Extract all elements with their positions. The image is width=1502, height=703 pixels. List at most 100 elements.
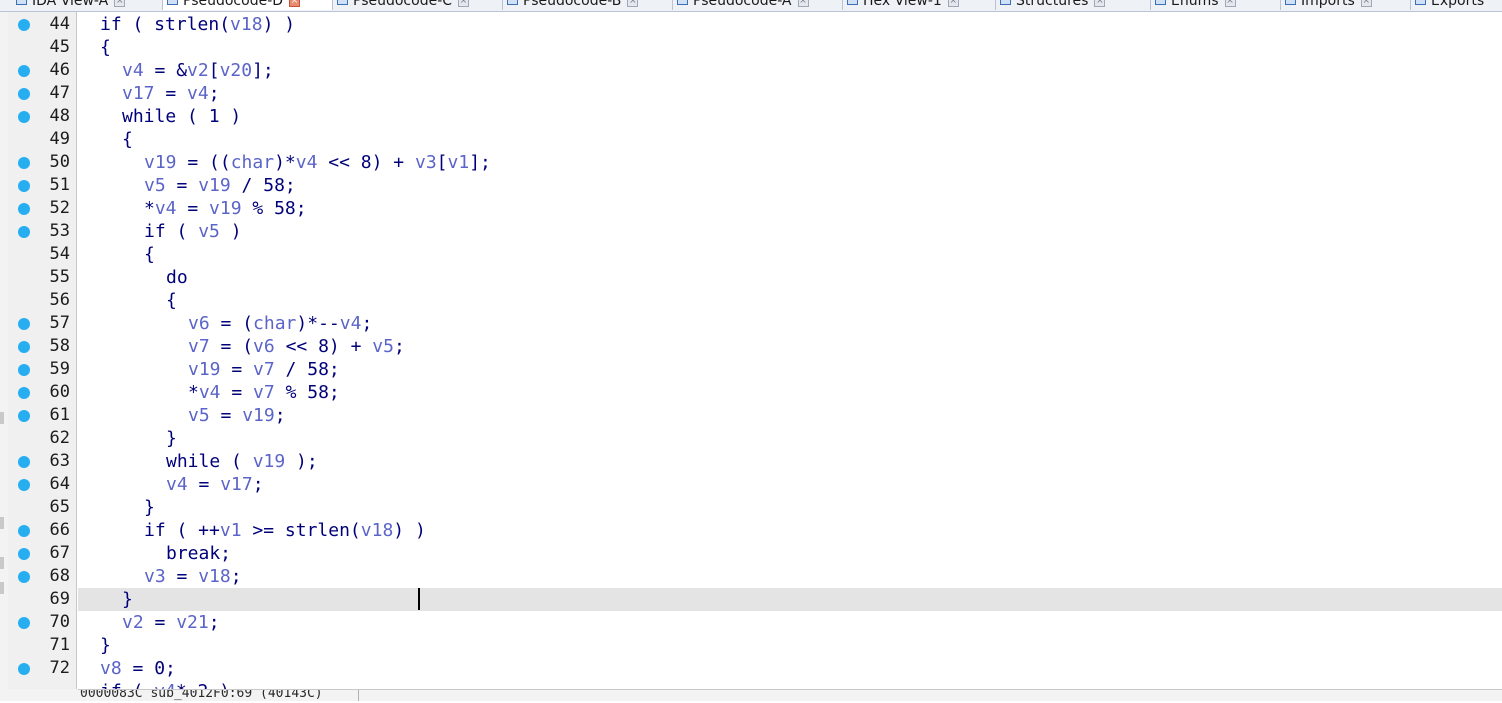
code-line[interactable]: } [78, 496, 1502, 519]
tab-pseudocode-a[interactable]: Pseudocode-A × [673, 0, 843, 10]
tab-hex-view-1[interactable]: Hex View-1 × [843, 0, 996, 10]
code-variable: v4 [198, 382, 221, 403]
tab-enums[interactable]: Enums × [1151, 0, 1281, 10]
gutter-row: 45 [8, 36, 76, 59]
tab-ida-view-a[interactable]: IDA View-A × [12, 0, 163, 10]
code-token: * [144, 198, 155, 219]
gutter-row: 68 [8, 565, 76, 588]
code-token: if ( [144, 221, 199, 242]
close-icon[interactable]: × [797, 0, 809, 7]
tab-label: Pseudocode-A [693, 0, 792, 9]
code-token: do [166, 267, 188, 288]
close-icon[interactable]: × [289, 0, 301, 7]
code-token: = [143, 612, 177, 633]
tab-imports[interactable]: Imports × [1281, 0, 1411, 10]
code-line[interactable]: v4 = &v2[v20]; [78, 59, 1502, 82]
code-line[interactable]: v4 = v17; [78, 473, 1502, 496]
gutter-row: 54 [8, 243, 76, 266]
code-line[interactable]: do [78, 266, 1502, 289]
code-line[interactable]: while ( 1 ) [78, 105, 1502, 128]
code-line[interactable]: v5 = v19; [78, 404, 1502, 427]
tab-label: Hex View-1 [863, 0, 942, 9]
window-icon [847, 0, 858, 5]
line-number: 63 [49, 451, 70, 471]
line-number: 61 [49, 405, 70, 425]
code-token: [ [436, 152, 448, 173]
line-number: 46 [49, 60, 70, 80]
code-line[interactable]: if ( strlen(v18) ) [78, 13, 1502, 36]
tab-bar: IDA View-A × Pseudocode-D × Pseudocode-C × Pse… [0, 0, 1502, 12]
line-number: 71 [49, 635, 70, 655]
tab-pseudocode-c[interactable]: Pseudocode-C × [333, 0, 503, 10]
strip-marker [0, 582, 4, 594]
tab-pseudocode-d[interactable]: Pseudocode-D × [163, 0, 333, 10]
code-line[interactable]: { [78, 128, 1502, 151]
code-variable: v18 [360, 520, 394, 541]
code-line[interactable]: v2 = v21; [78, 611, 1502, 634]
code-token: { [100, 37, 111, 58]
pseudocode-view[interactable]: if ( strlen(v18) ){v4 = &v2[v20]; v17 = v… [78, 12, 1502, 689]
close-icon[interactable]: × [114, 0, 126, 7]
code-line[interactable]: { [78, 243, 1502, 266]
code-variable: v21 [176, 612, 209, 633]
code-line[interactable]: } [78, 634, 1502, 657]
navigation-strip[interactable] [0, 12, 8, 689]
line-number: 70 [49, 612, 70, 632]
tab-exports[interactable]: Exports [1411, 0, 1502, 10]
line-number: 56 [49, 290, 70, 310]
code-variable: v6 [253, 336, 275, 357]
code-line[interactable]: if ( v4* 2 ) [78, 680, 1502, 689]
close-icon[interactable]: × [1224, 0, 1236, 7]
status-location: 0000083C sub_4012F0:69 (40143C) [80, 689, 323, 701]
code-line[interactable]: v3 = v18; [78, 565, 1502, 588]
code-line[interactable]: *v4 = v7 % 58; [78, 381, 1502, 404]
close-icon[interactable]: × [1360, 0, 1372, 7]
window-icon [337, 0, 348, 5]
code-token: = [209, 405, 243, 426]
code-token: / 58; [274, 359, 340, 380]
code-token: { [122, 129, 133, 150]
close-icon[interactable]: × [947, 0, 959, 7]
code-variable: v19 [209, 198, 242, 219]
code-token: ]; [252, 60, 274, 81]
code-variable: v18 [198, 566, 231, 587]
code-line[interactable]: v19 = ((char)*v4 << 8) + v3[v1]; [78, 151, 1502, 174]
strip-marker [0, 517, 4, 529]
code-line[interactable]: v7 = (v6 << 8) + v5; [78, 335, 1502, 358]
code-line[interactable]: { [78, 289, 1502, 312]
close-icon[interactable]: × [458, 0, 470, 7]
code-variable: v1 [447, 152, 470, 173]
tab-label: Exports [1431, 0, 1485, 9]
code-token: ) ) [262, 14, 296, 35]
code-line[interactable]: } [78, 588, 1502, 611]
code-line[interactable]: v5 = v19 / 58; [78, 174, 1502, 197]
code-line[interactable]: v8 = 0; [78, 657, 1502, 680]
code-line[interactable]: { [78, 36, 1502, 59]
code-variable: v17 [122, 83, 155, 104]
code-line[interactable]: } [78, 427, 1502, 450]
code-token: ); [285, 451, 318, 472]
tab-label: Imports [1301, 0, 1355, 9]
line-number: 62 [49, 428, 70, 448]
code-token: >= strlen( [241, 520, 361, 541]
code-line[interactable]: if ( ++v1 >= strlen(v18) ) [78, 519, 1502, 542]
code-line[interactable]: v17 = v4; [78, 82, 1502, 105]
code-line[interactable]: *v4 = v19 % 58; [78, 197, 1502, 220]
code-line[interactable]: break; [78, 542, 1502, 565]
tab-structures[interactable]: Structures × [996, 0, 1151, 10]
code-token: % 58; [274, 382, 340, 403]
code-line[interactable]: v6 = (char)*--v4; [78, 312, 1502, 335]
code-line[interactable]: while ( v19 ); [78, 450, 1502, 473]
code-token: = [165, 175, 199, 196]
close-icon[interactable]: × [1094, 0, 1106, 7]
code-line[interactable]: if ( v5 ) [78, 220, 1502, 243]
window-icon [16, 0, 27, 5]
code-variable: v5 [188, 405, 210, 426]
code-token: ) ) [393, 520, 426, 541]
code-variable: v18 [230, 14, 263, 35]
code-line[interactable]: v19 = v7 / 58; [78, 358, 1502, 381]
gutter-row: 67 [8, 542, 76, 565]
code-token: = [154, 83, 188, 104]
close-icon[interactable]: × [627, 0, 639, 7]
tab-pseudocode-b[interactable]: Pseudocode-B × [503, 0, 673, 10]
